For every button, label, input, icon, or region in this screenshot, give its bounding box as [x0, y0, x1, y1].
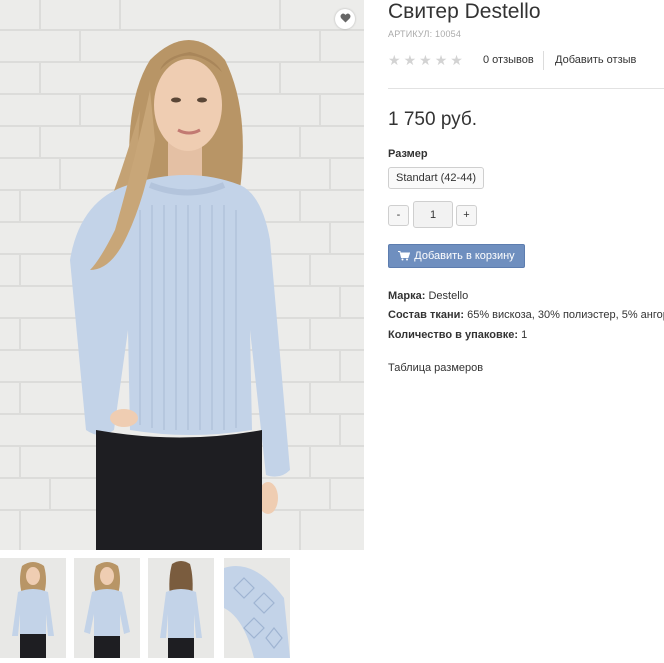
thumbnail-front-2[interactable]	[74, 558, 140, 658]
star-icon[interactable]: ★	[435, 52, 448, 68]
property-value: 1	[521, 329, 528, 341]
property-value: Destello	[428, 290, 469, 302]
add-to-cart-label: Добавить в корзину	[414, 250, 515, 262]
divider	[543, 51, 544, 70]
quantity-decrease-button[interactable]: -	[388, 205, 409, 226]
property-value: 65% вискоза, 30% полиэстер, 5% ангора	[467, 309, 664, 321]
star-icon[interactable]: ★	[419, 52, 432, 68]
heart-icon	[340, 10, 351, 28]
reviews-count[interactable]: 0 отзывов	[483, 54, 534, 66]
thumbnail-strip	[0, 558, 300, 658]
size-label: Размер	[388, 148, 428, 160]
product-sku: АРТИКУЛ: 10054	[388, 29, 462, 39]
thumbnail-back[interactable]	[148, 558, 214, 658]
star-icon[interactable]: ★	[404, 52, 417, 68]
product-title: Свитер Destello	[388, 0, 541, 23]
star-icon[interactable]: ★	[450, 52, 463, 68]
rating-stars[interactable]: ★ ★ ★ ★ ★	[388, 52, 463, 68]
size-table-link[interactable]: Таблица размеров	[388, 362, 483, 374]
property-brand: Марка: Destello	[388, 290, 468, 302]
wishlist-button[interactable]	[335, 9, 355, 29]
property-label: Количество в упаковке:	[388, 329, 518, 341]
property-fabric: Состав ткани: 65% вискоза, 30% полиэстер…	[388, 309, 664, 321]
cart-icon	[398, 251, 411, 261]
property-pack-quantity: Количество в упаковке: 1	[388, 329, 527, 341]
property-label: Состав ткани:	[388, 309, 465, 321]
product-main-image[interactable]	[0, 0, 364, 550]
star-icon[interactable]: ★	[388, 52, 401, 68]
thumbnail-sleeve-detail[interactable]	[224, 558, 290, 658]
size-option-button[interactable]: Standart (42-44)	[388, 167, 485, 189]
add-review-link[interactable]: Добавить отзыв	[555, 54, 636, 66]
quantity-input[interactable]	[413, 201, 453, 228]
property-label: Марка:	[388, 290, 426, 302]
product-price: 1 750 руб.	[388, 109, 478, 130]
thumbnail-front[interactable]	[0, 558, 66, 658]
divider	[388, 88, 664, 89]
quantity-increase-button[interactable]: +	[456, 205, 477, 226]
add-to-cart-button[interactable]: Добавить в корзину	[388, 244, 525, 268]
